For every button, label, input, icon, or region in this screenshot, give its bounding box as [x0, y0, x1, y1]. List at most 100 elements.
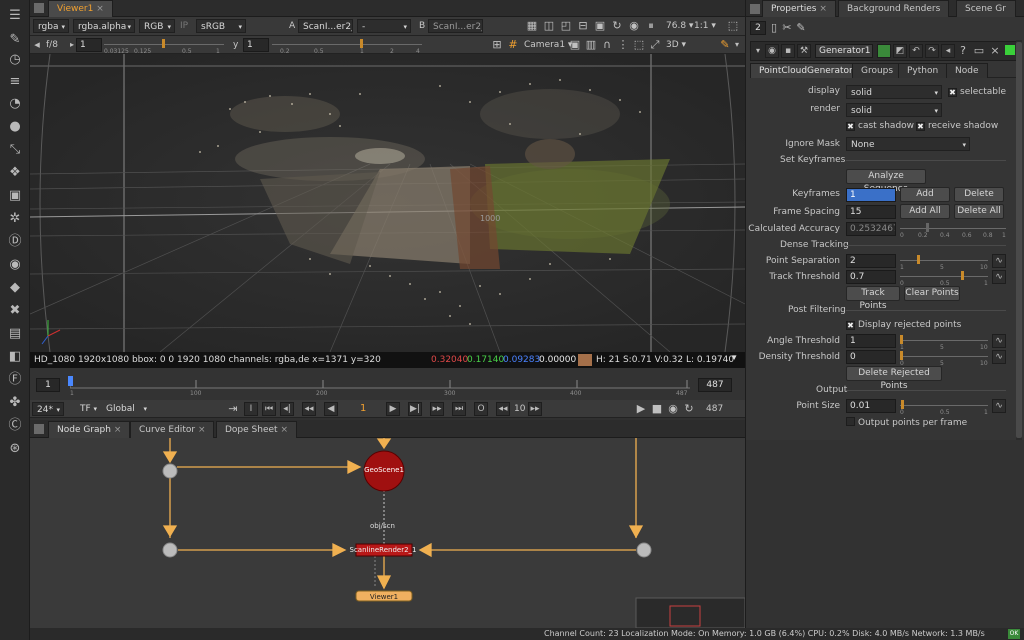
channel-icon[interactable]: ≡: [5, 72, 25, 92]
prev-inc-icon[interactable]: ◂◂: [302, 402, 316, 416]
fstop-step-icon[interactable]: ▸: [68, 38, 76, 52]
help-icon[interactable]: ?: [957, 44, 969, 58]
step-back-icon[interactable]: ◂◂: [496, 402, 510, 416]
analyze-sequence-button[interactable]: Analyze Sequence: [846, 169, 926, 194]
next-inc-icon[interactable]: ▸▸: [430, 402, 444, 416]
frame-spacing-field[interactable]: 15: [846, 205, 896, 219]
lut-dropdown[interactable]: sRGB ▾: [196, 19, 246, 33]
set-out-icon[interactable]: O: [474, 402, 488, 416]
float-icon[interactable]: ▭: [973, 44, 985, 58]
collapse-icon[interactable]: ▾: [753, 44, 763, 58]
node-viewer[interactable]: Viewer1: [356, 593, 412, 601]
keyer-icon[interactable]: ⤡: [5, 140, 25, 160]
metadata-icon[interactable]: ✖: [5, 301, 25, 321]
receive-shadow-checkbox[interactable]: ✖ receive shadow: [916, 121, 998, 131]
point-separation-field[interactable]: 2: [846, 254, 896, 268]
track-threshold-field[interactable]: 0.7: [846, 270, 896, 284]
cut-icon[interactable]: ✂: [781, 21, 793, 35]
close-icon[interactable]: ×: [114, 425, 122, 435]
close-icon[interactable]: ×: [280, 425, 288, 435]
camera-dropdown[interactable]: Camera1 ▾: [524, 40, 572, 50]
ocula-icon[interactable]: ✤: [5, 393, 25, 413]
delete-button[interactable]: Delete: [954, 187, 1004, 202]
animation-icon[interactable]: ∿: [992, 254, 1006, 268]
clip-warning-icon[interactable]: ◫: [542, 19, 556, 33]
revert-icon[interactable]: ◂: [941, 44, 955, 58]
refresh-icon[interactable]: ↻: [610, 19, 624, 33]
input-a-dropdown[interactable]: ScanI...er2_1: [298, 19, 353, 33]
view-mode-dropdown[interactable]: 3D ▾: [666, 40, 686, 50]
gain-slider[interactable]: 0.03125 0.125 0.5 1: [104, 38, 224, 55]
close-panel-icon[interactable]: ×: [989, 44, 1001, 58]
record-icon[interactable]: ◉: [666, 402, 680, 416]
roi-icon[interactable]: ▦: [525, 19, 539, 33]
clear-points-button[interactable]: Clear Points: [904, 286, 960, 301]
close-icon[interactable]: ×: [96, 4, 104, 14]
lock-icon[interactable]: ◉: [627, 19, 641, 33]
tab-properties[interactable]: Properties ×: [762, 0, 836, 17]
node-scanline-render[interactable]: ScanlineRender2_1: [338, 546, 428, 554]
timeline-end-field[interactable]: 487: [698, 378, 732, 392]
props-scrollbar[interactable]: [1016, 40, 1022, 440]
out-frame[interactable]: 487: [706, 404, 723, 414]
deep-icon[interactable]: ◉: [5, 255, 25, 275]
toolsets-icon[interactable]: ▤: [5, 324, 25, 344]
animation-icon[interactable]: ∿: [992, 270, 1006, 284]
menu-icon[interactable]: ☰: [5, 6, 25, 26]
flipbook-icon[interactable]: ▶: [634, 402, 648, 416]
node-color-icon[interactable]: [877, 44, 891, 58]
fstop-label[interactable]: f/8: [46, 40, 58, 50]
pane-menu-icon[interactable]: [750, 4, 760, 14]
animation-icon[interactable]: ∿: [992, 350, 1006, 364]
nuke-icon[interactable]: ⊛: [5, 439, 25, 459]
range-dropdown[interactable]: Global ▾: [102, 402, 150, 416]
point-separation-slider[interactable]: 1 5 10: [900, 254, 988, 271]
subtab-node[interactable]: Node: [946, 63, 988, 78]
point-size-field[interactable]: 0.01: [846, 399, 896, 413]
ratio-readout[interactable]: 1:1 ▾: [694, 21, 716, 31]
subtab-groups[interactable]: Groups: [852, 63, 903, 78]
grid-icon[interactable]: #: [506, 38, 520, 52]
merge-icon[interactable]: ❖: [5, 163, 25, 183]
timeline-ruler[interactable]: 1 100 200 300 400 487: [68, 374, 690, 398]
colorspace-dropdown[interactable]: RGB ▾: [139, 19, 175, 33]
cast-shadow-checkbox[interactable]: ✖ cast shadow: [846, 121, 914, 131]
delete-all-button[interactable]: Delete All: [954, 204, 1004, 219]
density-threshold-field[interactable]: 0: [846, 350, 896, 364]
input-b-dropdown[interactable]: ScanI...er2_1: [428, 19, 483, 33]
tf-dropdown[interactable]: TF ▾: [76, 402, 100, 416]
pane-menu-icon[interactable]: [34, 424, 44, 434]
gain-field[interactable]: 1: [76, 38, 102, 52]
close-icon[interactable]: ×: [198, 425, 206, 435]
fps-dropdown[interactable]: 24* ▾: [32, 402, 64, 416]
gamma-field[interactable]: 1: [243, 38, 269, 52]
time-icon[interactable]: ◷: [5, 50, 25, 70]
keyframes-field[interactable]: 1: [846, 188, 896, 202]
axis-icon[interactable]: ⤢: [648, 38, 662, 52]
pause-icon[interactable]: ⏸: [644, 19, 658, 33]
curve-icon[interactable]: ∩: [600, 38, 614, 52]
picker-icon[interactable]: ✎: [718, 38, 732, 52]
add-button[interactable]: Add: [900, 187, 950, 202]
in-out-icon[interactable]: ⇥: [226, 402, 240, 416]
histogram-icon[interactable]: ▥: [584, 38, 598, 52]
display-dropdown[interactable]: solid ▾: [846, 85, 942, 99]
step-forward-icon[interactable]: ▸▸: [528, 402, 542, 416]
furnace-icon[interactable]: Ⓕ: [5, 370, 25, 390]
timeline-start-field[interactable]: 1: [36, 378, 60, 392]
more-icon[interactable]: ▾: [732, 38, 742, 52]
density-threshold-slider[interactable]: 0 5 10: [900, 350, 988, 367]
set-in-icon[interactable]: I: [244, 402, 258, 416]
current-frame[interactable]: 1: [360, 403, 366, 414]
undo-icon[interactable]: ↶: [909, 44, 923, 58]
3d-icon[interactable]: ✲: [5, 209, 25, 229]
add-all-button[interactable]: Add All: [900, 204, 950, 219]
last-frame-icon[interactable]: ⏭: [452, 402, 466, 416]
particles-icon[interactable]: Ⓓ: [5, 232, 25, 252]
selectable-checkbox[interactable]: ✖ selectable: [948, 87, 1006, 97]
delete-rejected-button[interactable]: Delete Rejected Points: [846, 366, 942, 391]
tab-dope-sheet[interactable]: Dope Sheet ×: [216, 421, 297, 438]
downres-icon[interactable]: ▣: [593, 19, 607, 33]
other-icon[interactable]: ◧: [5, 347, 25, 367]
fullscreen-icon[interactable]: ⬚: [726, 19, 740, 33]
